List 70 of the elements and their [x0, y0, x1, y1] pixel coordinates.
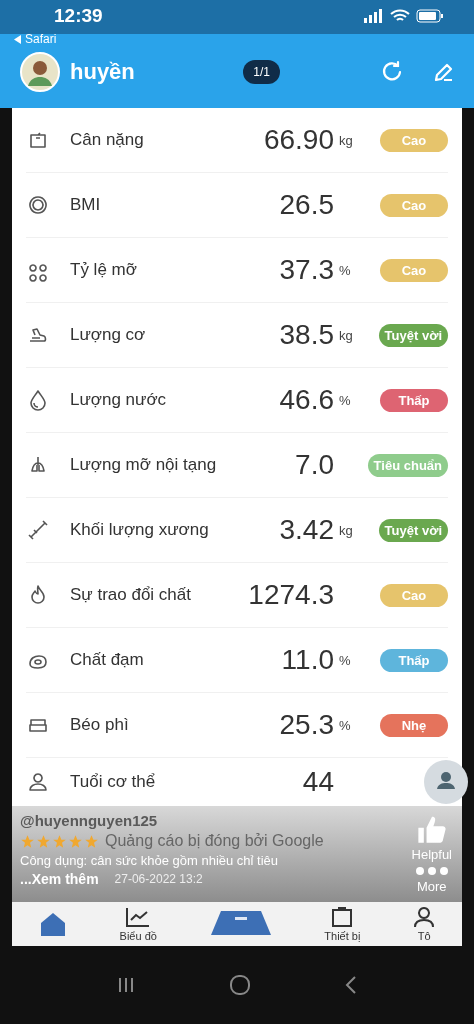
status-tag: Tuyệt vời: [378, 518, 448, 542]
star-icon: [84, 833, 99, 849]
person-icon: [412, 906, 437, 928]
metric-unit: kg: [339, 132, 353, 148]
metric-value: 3.42: [279, 514, 334, 546]
metric-label: Sự trao đổi chất: [70, 585, 192, 605]
metric-label: Béo phì: [70, 715, 130, 735]
metric-unit: kg: [339, 522, 353, 538]
profile-fab-icon[interactable]: [424, 760, 468, 804]
more-dots-icon: [414, 866, 449, 876]
nav-tab[interactable]: Tô: [412, 906, 437, 942]
star-icon: [52, 833, 67, 849]
status-time: 12:39: [53, 5, 103, 27]
wifi-icon: [390, 9, 410, 23]
metric-unit: %: [339, 652, 351, 668]
metric-value: 46.6: [279, 384, 334, 416]
back-icon[interactable]: [343, 975, 358, 995]
metric-unit: %: [339, 262, 351, 278]
status-tag: Cao: [380, 583, 448, 607]
status-tag: Tiêu chuẩn: [367, 453, 448, 477]
metric-value: 38.5: [279, 319, 334, 351]
status-tag: Cao: [380, 128, 448, 152]
username[interactable]: @huyennguyen125: [20, 812, 404, 829]
metric-label: Tỷ lệ mỡ: [70, 260, 138, 280]
status-tag: Cao: [380, 193, 448, 217]
metric-value: 7.0: [295, 449, 334, 481]
metric-value: 25.3: [279, 709, 334, 741]
person-icon: [26, 770, 50, 794]
back-to-safari-link[interactable]: Safari: [14, 32, 57, 46]
metric-label: Cân nặng: [70, 130, 145, 150]
post-date: 27-06-2022 13:2: [114, 872, 203, 886]
metric-value: 66.90: [263, 124, 334, 156]
metric-value: 37.3: [279, 254, 334, 286]
metric-unit: %: [339, 717, 351, 733]
star-icon: [20, 833, 35, 849]
metric-label: Lượng nước: [70, 390, 168, 410]
star-icon: [36, 833, 51, 849]
page-indicator: 1/1: [243, 60, 280, 84]
metric-value: 11.0: [281, 644, 334, 676]
more-button[interactable]: More: [412, 864, 451, 896]
ad-notice: Quảng cáo bị đóng bởi Google: [105, 832, 324, 850]
user-name: huyền: [70, 59, 136, 85]
nav-tab[interactable]: Thiết bị: [324, 906, 361, 942]
nav-tab[interactable]: Biểu đồ: [119, 906, 157, 942]
metric-unit: %: [339, 392, 351, 408]
signal-icon: [364, 9, 384, 23]
see-more-link[interactable]: ...Xem thêm: [20, 871, 99, 887]
description-text: Công dụng: cân sức khỏe gồm nhiều chỉ tiêu: [20, 853, 280, 868]
home-button-icon[interactable]: [229, 974, 251, 996]
battery-icon: [416, 9, 444, 23]
status-tag: Thấp: [380, 388, 448, 412]
metric-label: Lượng cơ: [70, 325, 147, 345]
status-tag: Cao: [380, 258, 448, 282]
metric-unit: kg: [339, 327, 353, 343]
metric-label: Khối lượng xương: [70, 520, 210, 540]
avatar-icon: [20, 52, 60, 92]
status-tag: Thấp: [380, 648, 448, 672]
chart-icon: [125, 906, 152, 928]
status-tag: Nhẹ: [380, 713, 448, 737]
metric-value: 44: [302, 766, 334, 798]
metric-label: Tuổi cơ thể: [70, 772, 157, 792]
metric-value: 26.5: [279, 189, 334, 221]
metric-label: Lượng mỡ nội tạng: [70, 455, 218, 475]
bag-icon: [330, 906, 355, 928]
metric-label: Chất đạm: [70, 650, 145, 670]
star-icon: [68, 833, 83, 849]
back-arrow-icon: [14, 34, 22, 44]
metric-value: 1274.3: [248, 579, 334, 611]
metric-label: BMI: [70, 195, 102, 215]
status-tag: Tuyệt vời: [378, 323, 448, 347]
